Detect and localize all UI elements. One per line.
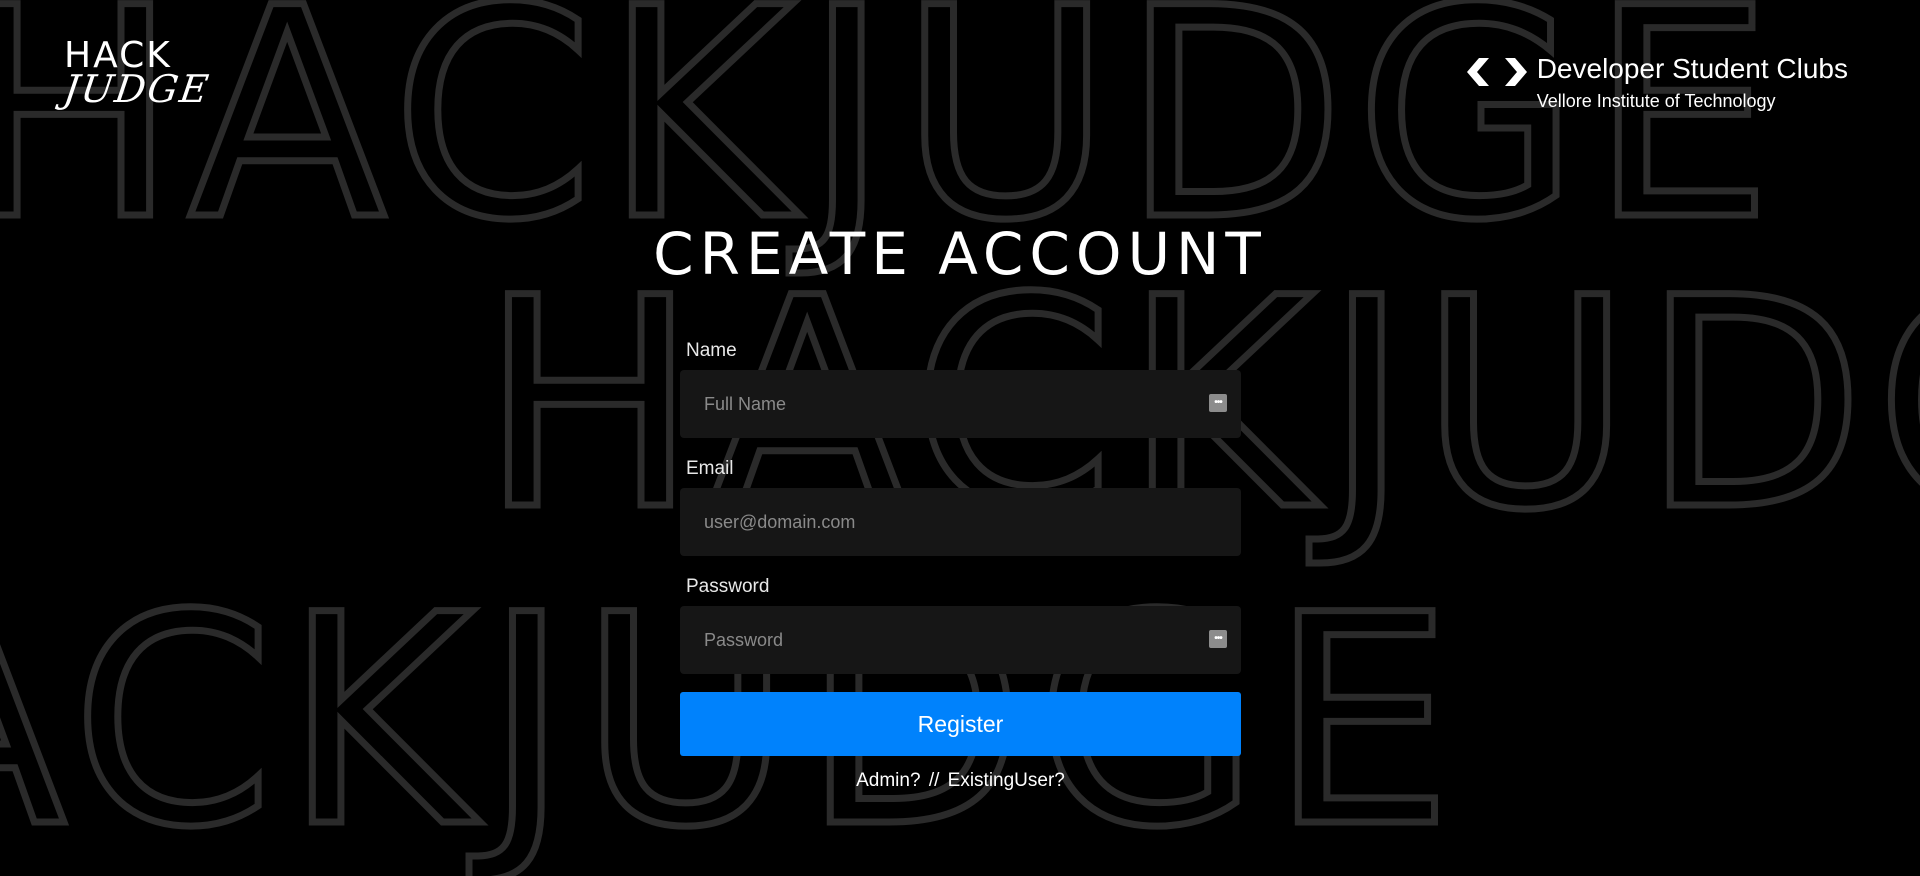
dsc-brackets-icon [1466,58,1527,86]
name-field-wrapper: ••• [680,370,1241,438]
register-form: Name ••• Email Password ••• Register Adm… [680,338,1241,792]
password-manager-icon[interactable]: ••• [1209,394,1227,412]
register-button[interactable]: Register [680,692,1241,756]
dsc-branding: Developer Student Clubs Vellore Institut… [1465,52,1848,114]
existing-user-link[interactable]: ExistingUser? [948,770,1065,791]
logo-text-judge: JUDGE [60,67,213,111]
admin-link[interactable]: Admin? [856,770,920,791]
email-input[interactable] [680,488,1241,556]
page-title: Create Account [653,220,1267,288]
dsc-subtitle: Vellore Institute of Technology [1536,91,1776,111]
email-field-wrapper [680,488,1241,556]
hackjudge-logo: HACK JUDGE [60,38,213,112]
dsc-title: Developer Student Clubs [1536,53,1848,84]
password-input[interactable] [680,606,1241,674]
links-separator: // [928,770,940,791]
password-manager-icon[interactable]: ••• [1209,630,1227,648]
auth-links: Admin? // ExistingUser? [680,770,1241,792]
name-input[interactable] [680,370,1241,438]
password-label: Password [686,576,770,597]
password-field-wrapper: ••• [680,606,1241,674]
name-label: Name [686,340,737,361]
email-label: Email [686,458,734,479]
register-page: HACKJUDGE HACKJUDGE HACKJUDGE HACK JUDGE… [0,0,1920,876]
